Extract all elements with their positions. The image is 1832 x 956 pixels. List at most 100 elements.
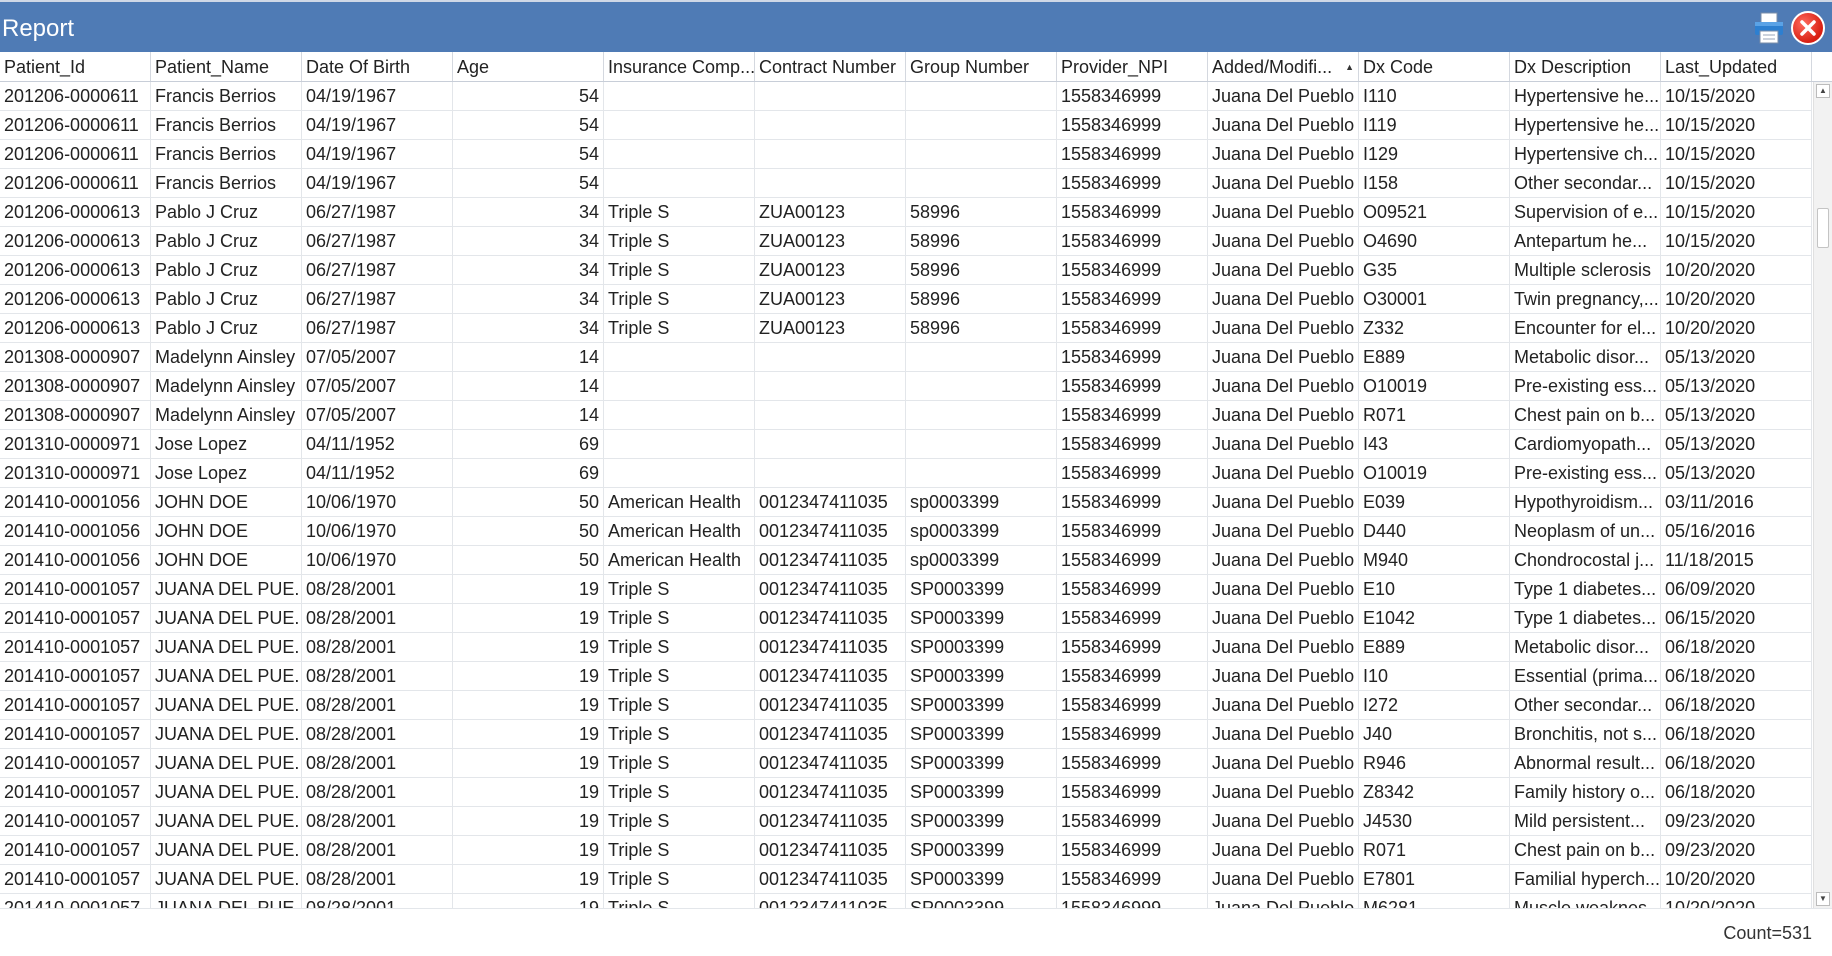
table-row[interactable]: 201410-0001056 JOHN DOE 10/06/1970 50 Americ… [0, 517, 1812, 546]
cell-dx-code: I129 [1359, 140, 1510, 168]
table-row[interactable]: 201410-0001057 JUANA DEL PUE... 08/28/2001… [0, 749, 1812, 778]
cell-insurance-company [604, 459, 755, 487]
table-row[interactable]: 201410-0001057 JUANA DEL PUE... 08/28/2001… [0, 604, 1812, 633]
cell-dx-code: R071 [1359, 836, 1510, 864]
table-row[interactable]: 201310-0000971 Jose Lopez 04/11/1952 69 1558… [0, 459, 1812, 488]
column-header-provider-npi[interactable]: Provider_NPI [1057, 52, 1208, 81]
cell-dx-description: Cardiomyopath... [1510, 430, 1661, 458]
table-row[interactable]: 201410-0001057 JUANA DEL PUE... 08/28/2001… [0, 778, 1812, 807]
column-header-date-of-birth[interactable]: Date Of Birth [302, 52, 453, 81]
table-row[interactable]: 201206-0000613 Pablo J Cruz 06/27/1987 34 Tr… [0, 314, 1812, 343]
table-row[interactable]: 201206-0000613 Pablo J Cruz 06/27/1987 34 Tr… [0, 227, 1812, 256]
cell-provider-npi: 1558346999 [1057, 633, 1208, 661]
cell-provider-npi: 1558346999 [1057, 575, 1208, 603]
cell-contract-number: ZUA00123 [755, 314, 906, 342]
cell-date-of-birth: 08/28/2001 [302, 836, 453, 864]
column-header-added-modified-by[interactable]: Added/Modifi... ▲ [1208, 52, 1359, 81]
table-row[interactable]: 201206-0000611 Francis Berrios 04/19/1967 5… [0, 169, 1812, 198]
cell-patient-name: Jose Lopez [151, 459, 302, 487]
table-row[interactable]: 201410-0001057 JUANA DEL PUE... 08/28/2001… [0, 807, 1812, 836]
table-row[interactable]: 201206-0000611 Francis Berrios 04/19/1967 5… [0, 82, 1812, 111]
table-row[interactable]: 201410-0001056 JOHN DOE 10/06/1970 50 Americ… [0, 546, 1812, 575]
cell-patient-id: 201410-0001057 [0, 865, 151, 893]
cell-provider-npi: 1558346999 [1057, 111, 1208, 139]
cell-dx-description: Essential (prima... [1510, 662, 1661, 690]
close-button[interactable] [1791, 11, 1825, 45]
cell-patient-id: 201410-0001057 [0, 691, 151, 719]
cell-contract-number: 0012347411035 [755, 633, 906, 661]
table-row[interactable]: 201308-0000907 Madelynn Ainsley 07/05/2007… [0, 343, 1812, 372]
table-row[interactable]: 201206-0000611 Francis Berrios 04/19/1967 5… [0, 111, 1812, 140]
column-header-insurance-company[interactable]: Insurance Comp... [604, 52, 755, 81]
cell-patient-id: 201308-0000907 [0, 401, 151, 429]
cell-group-number: 58996 [906, 285, 1057, 313]
print-button[interactable] [1752, 11, 1786, 45]
cell-provider-npi: 1558346999 [1057, 227, 1208, 255]
scroll-down-arrow-icon[interactable]: ▼ [1816, 892, 1830, 906]
column-header-age[interactable]: Age [453, 52, 604, 81]
column-header-contract-number[interactable]: Contract Number [755, 52, 906, 81]
cell-insurance-company: Triple S [604, 894, 755, 908]
scrollbar-thumb[interactable] [1817, 208, 1829, 248]
column-header-label: Insurance Comp... [608, 57, 755, 77]
cell-date-of-birth: 08/28/2001 [302, 865, 453, 893]
cell-provider-npi: 1558346999 [1057, 807, 1208, 835]
table-row[interactable]: 201206-0000613 Pablo J Cruz 06/27/1987 34 Tr… [0, 198, 1812, 227]
column-header-dx-description[interactable]: Dx Description [1510, 52, 1661, 81]
column-header-last-updated[interactable]: Last_Updated [1661, 52, 1812, 81]
cell-added-modified-by: Juana Del Pueblo [1208, 633, 1359, 661]
cell-last-updated: 10/20/2020 [1661, 256, 1812, 284]
cell-dx-description: Family history o... [1510, 778, 1661, 806]
cell-patient-id: 201410-0001057 [0, 778, 151, 806]
cell-age: 54 [453, 140, 604, 168]
table-row[interactable]: 201206-0000611 Francis Berrios 04/19/1967 5… [0, 140, 1812, 169]
cell-age: 69 [453, 459, 604, 487]
cell-insurance-company: Triple S [604, 285, 755, 313]
cell-contract-number [755, 169, 906, 197]
column-header-label: Patient_Name [155, 57, 270, 77]
cell-dx-code: D440 [1359, 517, 1510, 545]
cell-patient-name: Pablo J Cruz [151, 314, 302, 342]
cell-dx-code: I10 [1359, 662, 1510, 690]
cell-last-updated: 06/18/2020 [1661, 720, 1812, 748]
cell-provider-npi: 1558346999 [1057, 372, 1208, 400]
table-row[interactable]: 201308-0000907 Madelynn Ainsley 07/05/2007… [0, 401, 1812, 430]
table-row[interactable]: 201206-0000613 Pablo J Cruz 06/27/1987 34 Tr… [0, 285, 1812, 314]
cell-added-modified-by: Juana Del Pueblo [1208, 372, 1359, 400]
column-header-group-number[interactable]: Group Number [906, 52, 1057, 81]
cell-added-modified-by: Juana Del Pueblo [1208, 894, 1359, 908]
table-row[interactable]: 201206-0000613 Pablo J Cruz 06/27/1987 34 Tr… [0, 256, 1812, 285]
cell-date-of-birth: 08/28/2001 [302, 633, 453, 661]
cell-last-updated: 10/15/2020 [1661, 111, 1812, 139]
table-row[interactable]: 201310-0000971 Jose Lopez 04/11/1952 69 1558… [0, 430, 1812, 459]
table-row[interactable]: 201410-0001057 JUANA DEL PUE... 08/28/2001… [0, 662, 1812, 691]
table-row[interactable]: 201308-0000907 Madelynn Ainsley 07/05/2007… [0, 372, 1812, 401]
table-row[interactable]: 201410-0001057 JUANA DEL PUE... 08/28/2001… [0, 720, 1812, 749]
cell-contract-number [755, 401, 906, 429]
table-row[interactable]: 201410-0001057 JUANA DEL PUE... 08/28/2001… [0, 836, 1812, 865]
table-row[interactable]: 201410-0001057 JUANA DEL PUE... 08/28/2001… [0, 575, 1812, 604]
cell-dx-code: E10 [1359, 575, 1510, 603]
cell-patient-name: Pablo J Cruz [151, 256, 302, 284]
cell-added-modified-by: Juana Del Pueblo [1208, 430, 1359, 458]
table-row[interactable]: 201410-0001056 JOHN DOE 10/06/1970 50 Americ… [0, 488, 1812, 517]
table-row[interactable]: 201410-0001057 JUANA DEL PUE... 08/28/2001… [0, 691, 1812, 720]
column-header-patient-name[interactable]: Patient_Name [151, 52, 302, 81]
cell-added-modified-by: Juana Del Pueblo [1208, 807, 1359, 835]
cell-patient-name: Madelynn Ainsley [151, 372, 302, 400]
table-row[interactable]: 201410-0001057 JUANA DEL PUE... 08/28/2001… [0, 865, 1812, 894]
table-row[interactable]: 201410-0001057 JUANA DEL PUE... 08/28/2001… [0, 633, 1812, 662]
cell-added-modified-by: Juana Del Pueblo [1208, 227, 1359, 255]
column-header-patient-id[interactable]: Patient_Id [0, 52, 151, 81]
cell-date-of-birth: 04/11/1952 [302, 430, 453, 458]
cell-dx-code: I43 [1359, 430, 1510, 458]
column-header-dx-code[interactable]: Dx Code [1359, 52, 1510, 81]
table-row[interactable]: 201410-0001057 JUANA DEL PUE... 08/28/2001… [0, 894, 1812, 908]
vertical-scrollbar[interactable]: ▲ ▼ [1813, 82, 1832, 908]
column-header-label: Contract Number [759, 57, 897, 77]
cell-patient-id: 201310-0000971 [0, 430, 151, 458]
cell-provider-npi: 1558346999 [1057, 256, 1208, 284]
cell-group-number: 58996 [906, 256, 1057, 284]
scroll-up-arrow-icon[interactable]: ▲ [1816, 84, 1830, 98]
cell-patient-name: JUANA DEL PUE... [151, 865, 302, 893]
